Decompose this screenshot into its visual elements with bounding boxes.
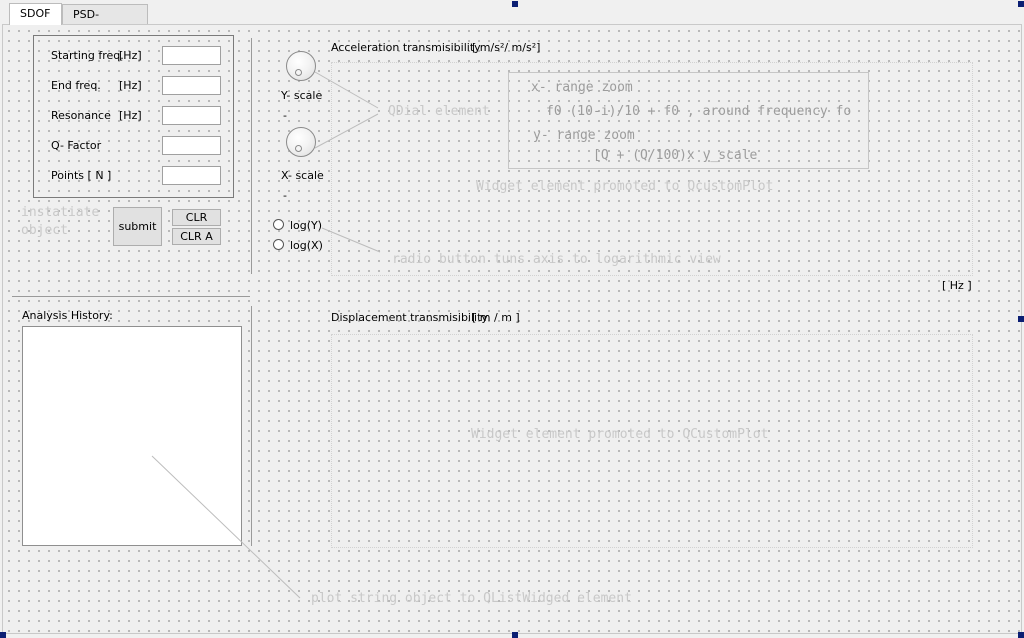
qdial-note: QDial element (388, 104, 490, 119)
end-freq-input[interactable] (162, 76, 221, 95)
accel-plot-unit: [ m/s²/ m/s²] (472, 41, 541, 54)
radio-note: radio button tuns axis to logarithmic vi… (392, 252, 721, 267)
zoom-note-line4: [Q + (Q/100)x y_scale (593, 148, 758, 163)
resize-handle-bottom-left[interactable] (0, 632, 6, 638)
x-scale-label: X- scale (281, 169, 324, 182)
clear-a-label: CLR A (180, 230, 213, 243)
submit-button-label: submit (118, 220, 157, 233)
hz-axis-unit: [ Hz ] (942, 279, 972, 292)
starting-freq-input[interactable] (162, 46, 221, 65)
starting-freq-unit: [Hz] (119, 49, 142, 62)
resize-handle-bottom[interactable] (512, 632, 518, 638)
zoom-note-line3: y- range zoom (533, 128, 635, 143)
analysis-history-label: Analysis History: (22, 309, 113, 322)
resize-handle-right[interactable] (1018, 316, 1024, 322)
disp-plot-title: Displacement transmisibility (331, 311, 488, 324)
end-freq-unit: [Hz] (119, 79, 142, 92)
end-freq-label: End freq. (51, 79, 101, 92)
resonance-label: Resonance (51, 109, 111, 122)
resonance-unit: [Hz] (119, 109, 142, 122)
zoom-note-line2: f0 (10-i)/10 + f0 , around frequency fo (546, 104, 852, 119)
horizontal-separator (12, 296, 250, 297)
instantiate-note-line1: instatiate (21, 205, 100, 220)
log-y-label[interactable]: log(Y) (290, 219, 322, 232)
resonance-input[interactable] (162, 106, 221, 125)
dial-knob-icon (295, 145, 302, 152)
resize-handle-bottom-right[interactable] (1018, 632, 1024, 638)
widget-note-top: Widget element promoted to QcustomPlot (476, 179, 774, 194)
analysis-history-list[interactable] (22, 326, 242, 546)
q-factor-input[interactable] (162, 136, 221, 155)
disp-plot-unit: [ m / m ] (472, 311, 520, 324)
widget-note-bottom: Widget element promoted to QCustomPlot (471, 427, 769, 442)
clear-a-button[interactable]: CLR A (172, 228, 221, 245)
vertical-separator-top (251, 38, 252, 274)
tab-sdof-label: SDOF (20, 7, 51, 20)
log-y-radio[interactable] (273, 219, 284, 230)
zoom-note-line1: x- range zoom (531, 80, 633, 95)
tab-sdof[interactable]: SDOF (9, 3, 62, 25)
clear-screen-button[interactable]: CLR SCR (172, 209, 221, 239)
y-scale-label: Y- scale (281, 89, 323, 102)
vertical-separator-bottom (251, 306, 252, 546)
log-x-radio[interactable] (273, 239, 284, 250)
points-label: Points [ N ] (51, 169, 112, 182)
q-factor-label: Q- Factor (51, 139, 102, 152)
points-input[interactable] (162, 166, 221, 185)
zoom-note-box: x- range zoom f0 (10-i)/10 + f0 , around… (508, 72, 869, 169)
y-scale-dial[interactable] (286, 51, 316, 81)
x-scale-value: - (283, 189, 287, 202)
x-scale-dial[interactable] (286, 127, 316, 157)
submit-button[interactable]: submit (113, 207, 162, 246)
y-scale-value: - (283, 109, 287, 122)
instantiate-note-line2: object (21, 223, 68, 238)
starting-freq-label: Starting freq. (51, 49, 124, 62)
accel-plot-title: Acceleration transmisibility (331, 41, 481, 54)
dial-knob-icon (295, 69, 302, 76)
log-x-label[interactable]: log(X) (290, 239, 323, 252)
resize-handle-top-right[interactable] (1018, 1, 1024, 7)
list-note: plot string object to QListWidged elemen… (311, 591, 632, 606)
resize-handle-top[interactable] (512, 1, 518, 7)
tab-psd-analysis[interactable]: PSD- Analysis (62, 4, 148, 41)
